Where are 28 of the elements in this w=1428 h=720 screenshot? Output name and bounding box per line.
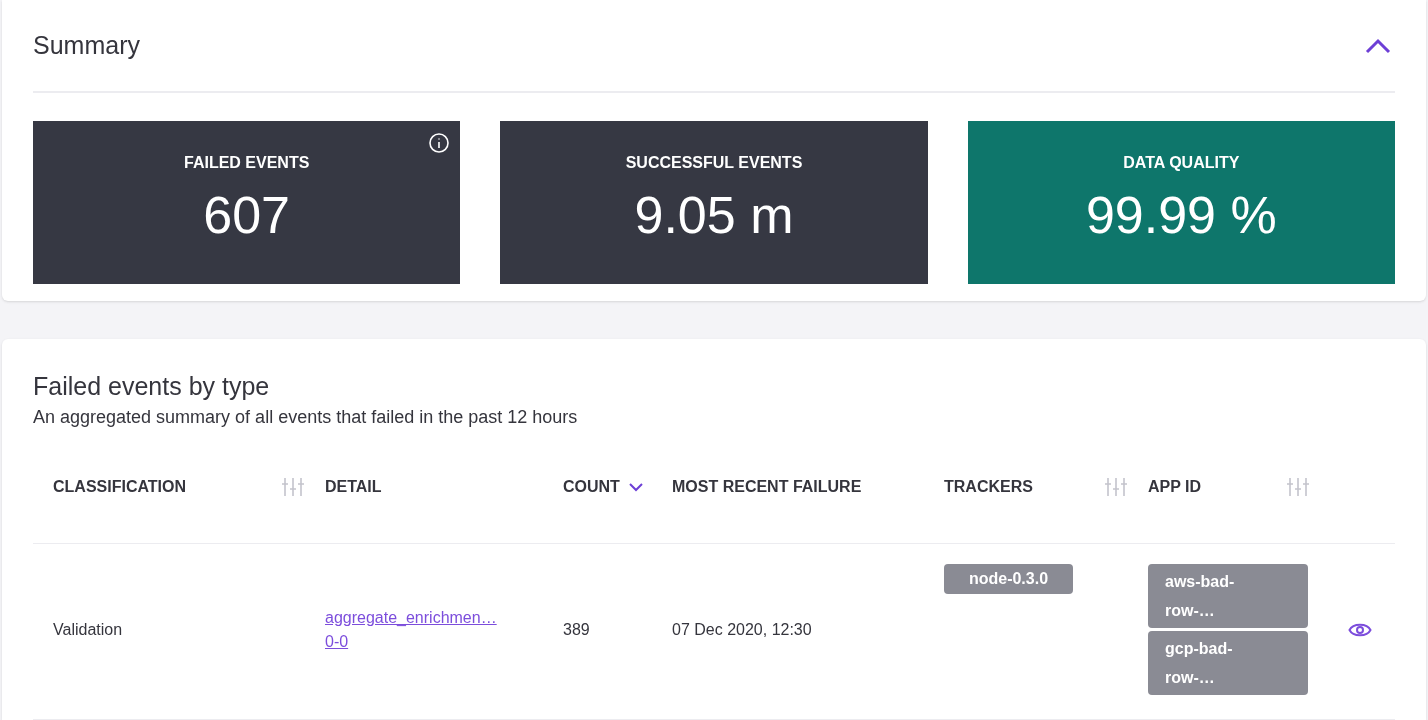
section-title: Failed events by type <box>33 370 271 402</box>
app-id-tag: aws-bad- row-… <box>1148 564 1308 628</box>
table-cell: Validation <box>53 620 123 638</box>
filter-sliders-icon[interactable] <box>1104 476 1128 498</box>
info-icon[interactable] <box>428 132 451 154</box>
app-id-tag: gcp-bad- row-… <box>1148 631 1308 695</box>
table-cell: 389 <box>563 620 590 638</box>
chevron-down-icon[interactable] <box>627 482 644 492</box>
table-cell: 07 Dec 2020, 12:30 <box>672 620 812 638</box>
chevron-up-icon <box>1365 37 1391 54</box>
column-header: MOST RECENT FAILURE <box>672 477 862 497</box>
stat-label: SUCCESSFUL EVENTS <box>625 153 803 173</box>
column-header[interactable]: COUNT <box>563 475 620 499</box>
stat-value: 99.99 % <box>1085 189 1277 241</box>
stat-label: FAILED EVENTS <box>184 153 310 173</box>
stat-value: 607 <box>203 189 291 241</box>
column-header: TRACKERS <box>944 477 1033 497</box>
filter-sliders-icon[interactable] <box>1286 476 1310 498</box>
section-subtitle: An aggregated summary of all events that failed in the past 12 hours <box>33 406 579 429</box>
column-header: CLASSIFICATION <box>53 477 187 497</box>
tracker-tag: node-0.3.0 <box>944 564 1073 594</box>
stat-value: 9.05 m <box>634 189 794 241</box>
summary-title: Summary <box>33 29 140 61</box>
filter-sliders-icon[interactable] <box>281 476 305 498</box>
stat-label: DATA QUALITY <box>1123 153 1240 173</box>
column-header: DETAIL <box>325 477 382 497</box>
column-header: APP ID <box>1148 477 1202 497</box>
detail-link[interactable]: aggregate_enrichmen… 0-0 <box>325 605 497 654</box>
